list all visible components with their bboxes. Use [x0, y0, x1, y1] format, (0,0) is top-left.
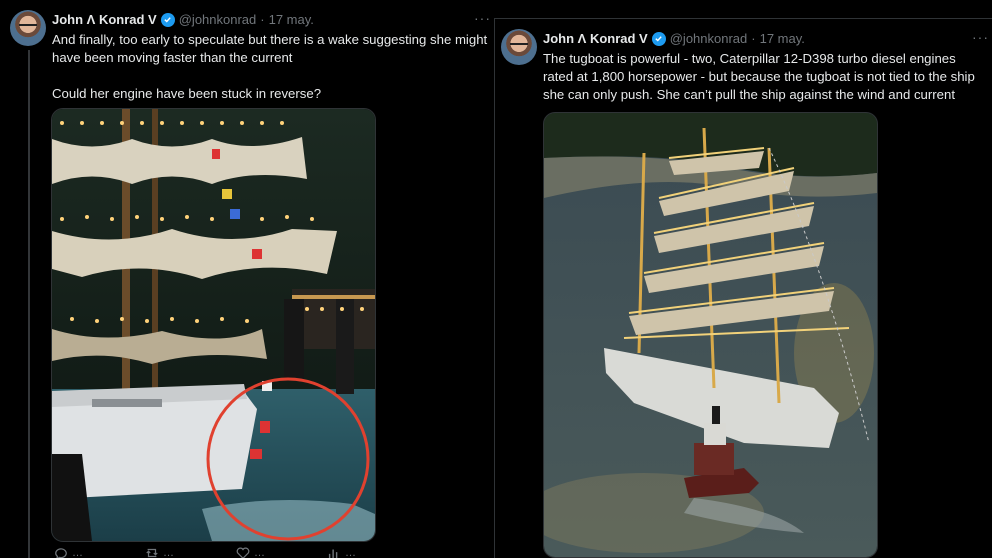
author-name[interactable]: John Λ Konrad V	[52, 12, 157, 27]
author-handle[interactable]: @johnkonrad	[179, 12, 257, 27]
reply-count: …	[72, 547, 83, 558]
like-count: …	[254, 547, 265, 558]
tweet-photo[interactable]	[51, 108, 376, 542]
tweet-text-paragraph-1: And finally, too early to speculate but …	[52, 32, 488, 65]
author-name[interactable]: John Λ Konrad V	[543, 31, 648, 46]
retweet-count: …	[163, 547, 174, 558]
tweet-right[interactable]: John Λ Konrad V @johnkonrad · 17 may. ··…	[495, 0, 992, 558]
tweet-text: The tugboat is powerful - two, Caterpill…	[543, 51, 975, 102]
views-icon	[328, 549, 338, 558]
reply-icon	[55, 548, 67, 558]
thread-line	[28, 50, 30, 558]
tweet-date[interactable]: 17 may.	[760, 31, 805, 46]
separator-dot: ·	[260, 12, 265, 27]
views-button[interactable]: …	[327, 546, 356, 558]
verified-badge-icon	[651, 31, 666, 46]
tweet-header: John Λ Konrad V @johnkonrad · 17 may.	[52, 12, 314, 27]
like-button[interactable]: …	[236, 546, 265, 558]
reply-button[interactable]: …	[54, 546, 83, 558]
verified-badge-icon	[160, 12, 175, 27]
tweet-text: And finally, too early to speculate but …	[52, 31, 488, 103]
avatar[interactable]	[10, 10, 46, 46]
tweet-text-paragraph-2: Could her engine have been stuck in reve…	[52, 86, 322, 101]
tweet-photo[interactable]	[543, 112, 878, 558]
more-options-icon[interactable]: ···	[474, 10, 491, 26]
retweet-icon	[146, 548, 158, 558]
separator-dot: ·	[751, 31, 756, 46]
tweet-left[interactable]: John Λ Konrad V @johnkonrad · 17 may. ··…	[0, 0, 494, 558]
tweet-header: John Λ Konrad V @johnkonrad · 17 may.	[543, 31, 805, 46]
author-handle[interactable]: @johnkonrad	[670, 31, 748, 46]
tweet-actions: … … … …	[54, 546, 356, 558]
avatar[interactable]	[501, 29, 537, 65]
more-options-icon[interactable]: ···	[972, 29, 989, 45]
tweet-date[interactable]: 17 may.	[269, 12, 314, 27]
views-count: …	[345, 547, 356, 558]
like-icon	[236, 547, 250, 558]
retweet-button[interactable]: …	[145, 546, 174, 558]
